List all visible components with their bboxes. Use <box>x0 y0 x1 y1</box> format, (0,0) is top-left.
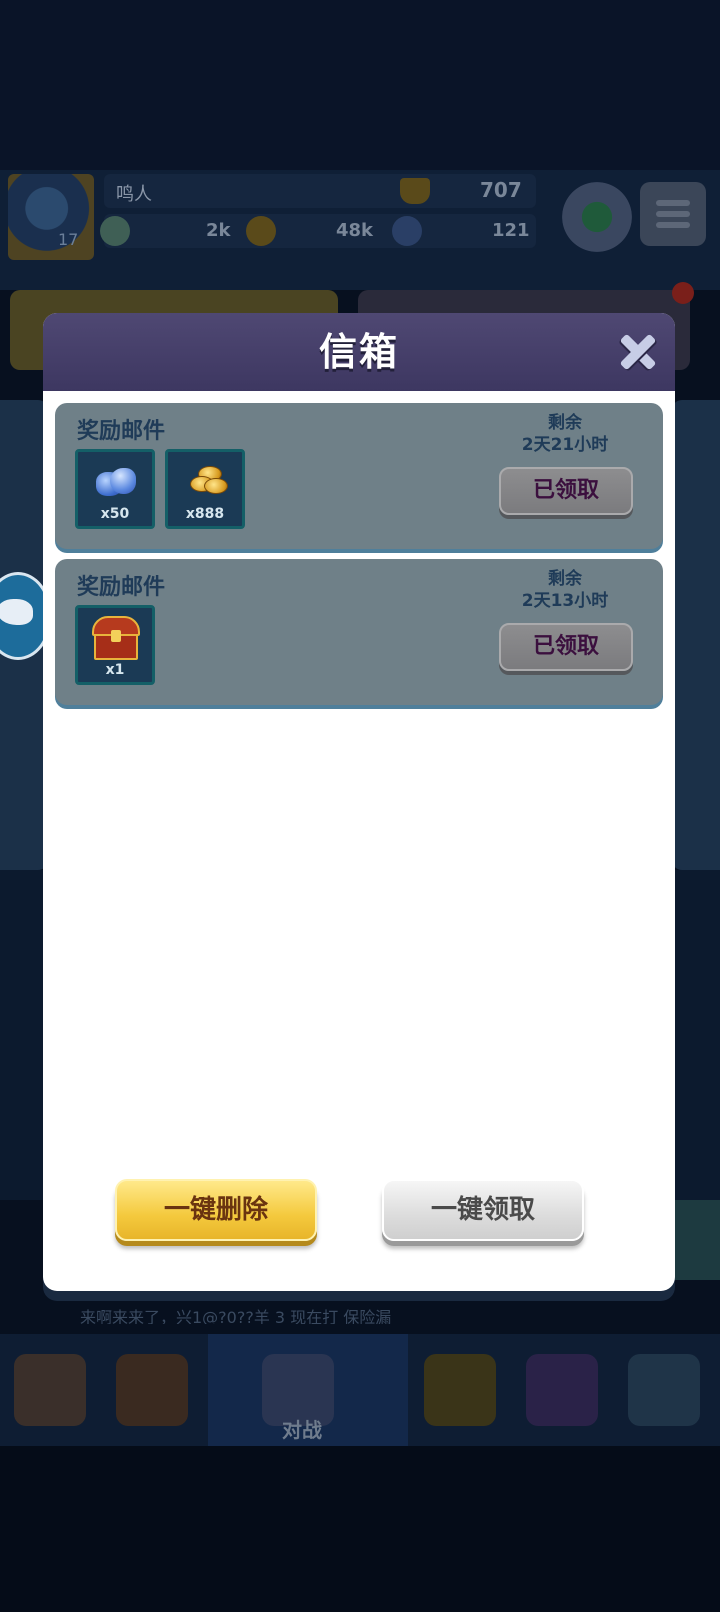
whistle-icon <box>424 1354 496 1426</box>
mailbox-dialog: 信箱 奖励邮件 x50 x888 剩余 2天21小时 已领取 奖励邮件 x1 剩… <box>43 313 675 1291</box>
player-name: 鸣人 <box>116 184 152 205</box>
gem-icon <box>96 466 136 498</box>
remaining-time: 2天21小时 <box>521 435 609 455</box>
dialog-title: 信箱 <box>318 330 399 374</box>
mail-item[interactable]: 奖励邮件 x1 剩余 2天13小时 已领取 <box>55 559 663 705</box>
bottom-navigation: 对战 <box>0 1334 720 1446</box>
reward-slot[interactable]: x1 <box>75 605 155 685</box>
dialog-header: 信箱 <box>43 313 675 391</box>
reward-quantity: x50 <box>100 506 130 522</box>
player-hud: 17 鸣人 707 2k 48k 121 <box>0 170 720 290</box>
side-panel-right <box>672 400 720 870</box>
claimed-button[interactable]: 已领取 <box>499 467 633 515</box>
player-level: 17 <box>58 230 79 249</box>
resource-bar <box>104 214 536 248</box>
inventory-icon <box>116 1354 188 1426</box>
coin-icon <box>188 466 228 500</box>
mail-item[interactable]: 奖励邮件 x50 x888 剩余 2天21小时 已领取 <box>55 403 663 549</box>
shop-icon <box>14 1354 86 1426</box>
menu-button <box>640 182 706 246</box>
coin-icon <box>246 216 276 246</box>
player-avatar <box>8 174 94 260</box>
alert-icon <box>672 282 694 304</box>
nav-battle: 对战 <box>208 1334 408 1446</box>
trophy-icon <box>400 178 430 204</box>
claim-all-button[interactable]: 一键领取 <box>382 1179 584 1241</box>
remaining-time: 2天13小时 <box>521 591 609 611</box>
close-button[interactable] <box>613 327 663 377</box>
remaining-label: 剩余 <box>548 413 582 433</box>
background-top <box>0 0 720 170</box>
trophy-count: 707 <box>480 178 522 202</box>
mail-title: 奖励邮件 <box>77 575 166 600</box>
resource-2: 48k <box>336 220 374 241</box>
resource-1: 2k <box>206 220 231 241</box>
name-bar <box>104 174 536 208</box>
planet-icon <box>526 1354 598 1426</box>
rank-badge-icon <box>562 182 632 252</box>
delete-all-button[interactable]: 一键删除 <box>115 1179 317 1241</box>
reward-slot[interactable]: x50 <box>75 449 155 529</box>
mail-title: 奖励邮件 <box>77 419 166 444</box>
reward-quantity: x888 <box>185 506 225 522</box>
resource-3: 121 <box>492 220 530 241</box>
chat-heart-icon <box>628 1354 700 1426</box>
news-ticker: 来啊来来了，兴1@?0??羊 3 现在打 保险漏 <box>80 1308 392 1324</box>
reward-quantity: x1 <box>105 662 125 678</box>
gem-icon <box>392 216 422 246</box>
reward-slot[interactable]: x888 <box>165 449 245 529</box>
treasure-chest-icon <box>92 616 140 660</box>
star-icon <box>100 216 130 246</box>
shop-shortcut <box>670 1200 720 1280</box>
background-bottom <box>0 1446 720 1612</box>
nav-battle-label: 对战 <box>282 1418 322 1442</box>
remaining-label: 剩余 <box>548 569 582 589</box>
claimed-button[interactable]: 已领取 <box>499 623 633 671</box>
